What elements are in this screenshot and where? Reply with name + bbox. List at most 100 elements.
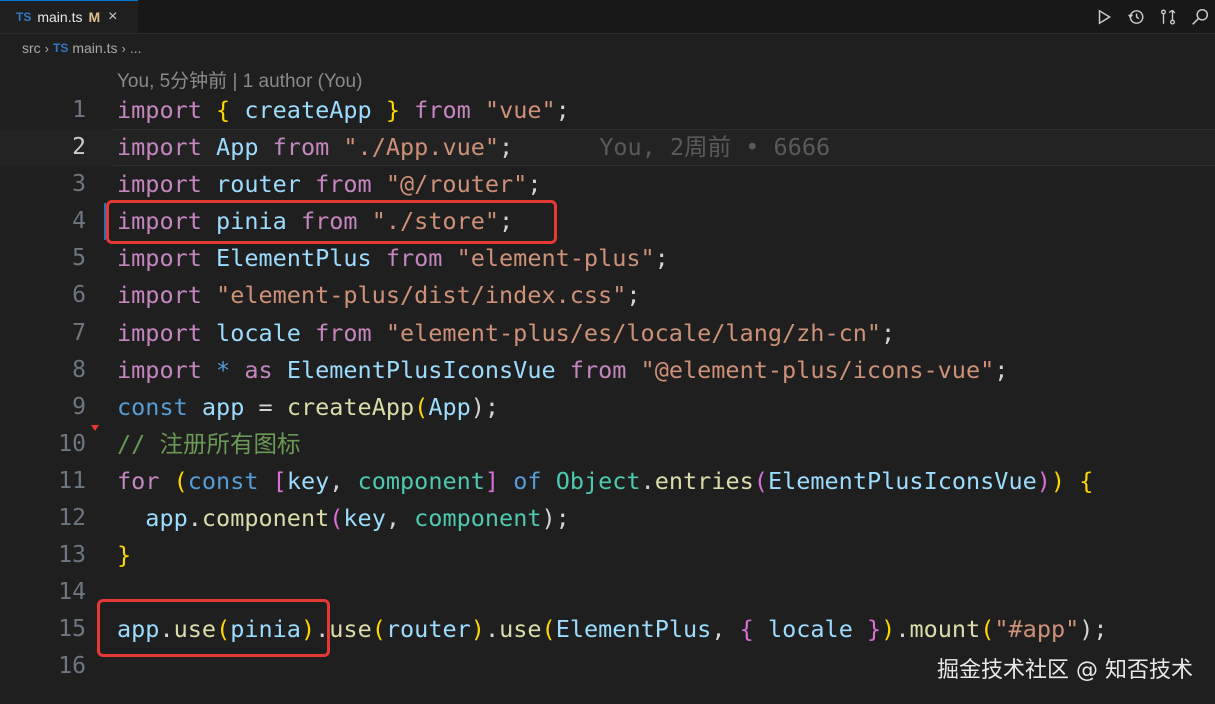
code-line: 11 for (const [key, component] of Object.… xyxy=(0,463,1215,500)
token: router xyxy=(216,170,301,199)
git-blame-codelens[interactable]: You, 5分钟前 | 1 author (You) xyxy=(117,66,362,93)
breadcrumb: src › TS main.ts › ... xyxy=(22,37,142,59)
modified-indicator: M xyxy=(88,9,101,25)
code-line: 9 const app = createApp(App); xyxy=(0,389,1215,426)
token: "element-plus/es/locale/lang/zh-cn" xyxy=(385,318,882,347)
highlight-box-import-pinia xyxy=(106,200,557,244)
token: "./App.vue" xyxy=(343,133,500,162)
token: . xyxy=(187,504,202,533)
line-number: 15 xyxy=(58,616,86,643)
code-line: 3 import router from "@/router"; xyxy=(0,166,1215,203)
token: . xyxy=(484,615,500,644)
token: use xyxy=(329,615,372,644)
token: import xyxy=(117,281,202,310)
token: ); xyxy=(470,392,500,421)
tab-main-ts[interactable]: TS main.ts M × xyxy=(0,0,138,33)
token: "#app" xyxy=(994,615,1080,644)
chevron-right-icon: › xyxy=(44,40,50,56)
token: ) xyxy=(470,615,485,644)
token: ; xyxy=(654,244,669,273)
token: import xyxy=(117,244,202,273)
token: use xyxy=(499,615,542,644)
tab-label: main.ts xyxy=(37,9,83,25)
line-number: 13 xyxy=(58,542,86,569)
token: App xyxy=(216,133,259,162)
token: ( xyxy=(753,466,768,495)
token: ) xyxy=(1050,466,1066,495)
code-line: 13} xyxy=(0,537,1215,574)
watermark: 掘金技术社区 @ 知否技术 xyxy=(937,658,1193,683)
code-line: 10 // 注册所有图标 xyxy=(0,426,1215,463)
token: { xyxy=(1079,466,1094,495)
code-line: 8 import * as ElementPlusIconsVue from "@… xyxy=(0,352,1215,389)
token: "vue" xyxy=(484,96,556,124)
breadcrumb-folder[interactable]: src xyxy=(22,40,41,56)
token: } xyxy=(385,96,401,124)
token: ) xyxy=(1036,466,1051,495)
token: component xyxy=(201,504,330,533)
code-comment: // 注册所有图标 xyxy=(117,429,301,458)
code-editor[interactable]: 1 import { createApp } from "vue"; 2 impor… xyxy=(0,92,1215,686)
token: from xyxy=(385,244,443,273)
token: mount xyxy=(909,615,981,644)
token: from xyxy=(569,355,627,384)
breadcrumb-file[interactable]: main.ts xyxy=(72,40,117,56)
token: for xyxy=(117,466,160,495)
code-line-current: 2 import App from "./App.vue"; You, 2周前 • … xyxy=(0,129,1215,167)
token: "element-plus" xyxy=(456,244,655,273)
token: ( xyxy=(414,392,429,421)
token: router xyxy=(385,615,471,644)
breadcrumb-symbols[interactable]: ... xyxy=(130,40,142,56)
token: ; xyxy=(499,133,514,162)
token: createApp xyxy=(286,392,415,421)
token: * xyxy=(216,355,231,384)
inline-blame[interactable]: You, 2周前 • 6666 xyxy=(599,133,830,161)
token: locale xyxy=(216,318,301,347)
token: ; xyxy=(555,96,570,124)
token: component xyxy=(414,504,542,533)
token: ( xyxy=(541,615,556,644)
run-icon[interactable] xyxy=(1093,6,1115,28)
token: , xyxy=(385,504,415,533)
token: app xyxy=(201,392,245,421)
line-number: 10 xyxy=(58,430,86,457)
token: ElementPlus xyxy=(216,244,372,273)
compare-icon[interactable] xyxy=(1157,6,1179,28)
open-changes-icon[interactable] xyxy=(1189,6,1211,28)
token: app xyxy=(145,504,188,533)
token: } xyxy=(867,615,882,644)
line-number: 9 xyxy=(72,393,86,420)
token: from xyxy=(414,96,471,124)
token: import xyxy=(117,355,202,384)
token: key xyxy=(286,466,330,495)
token: import xyxy=(117,170,202,199)
close-icon[interactable]: × xyxy=(108,8,117,26)
typescript-file-icon: TS xyxy=(53,41,69,55)
token: . xyxy=(640,466,655,495)
git-deleted-marker[interactable] xyxy=(91,425,99,431)
token: import xyxy=(117,96,202,124)
line-number: 1 xyxy=(72,97,86,123)
token: import xyxy=(117,133,202,162)
token: "@element-plus/icons-vue" xyxy=(640,355,995,384)
token: "element-plus/dist/index.css" xyxy=(216,281,627,310)
history-icon[interactable] xyxy=(1125,6,1147,28)
token: ) xyxy=(881,615,896,644)
